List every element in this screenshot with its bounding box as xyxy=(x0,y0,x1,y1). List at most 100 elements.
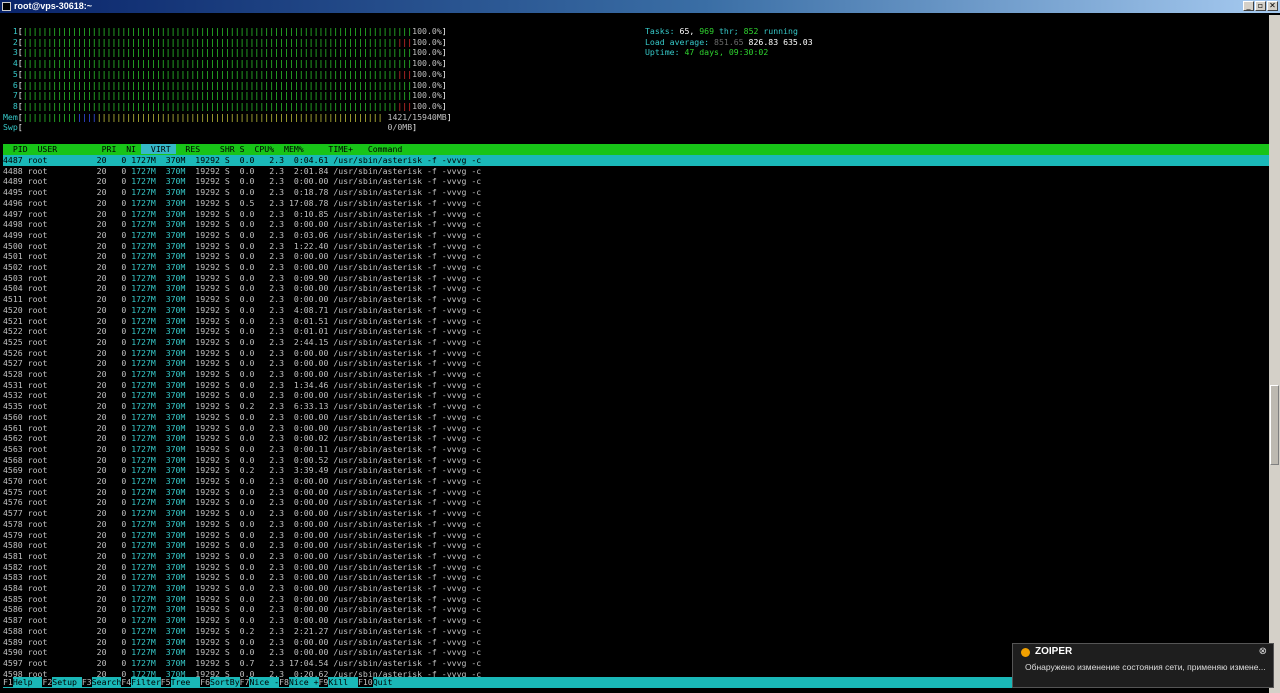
col-cpu[interactable]: CPU% xyxy=(250,144,280,154)
process-row[interactable]: 4581 root 20 0 1727M 370M 19292 S 0.0 2.… xyxy=(3,551,1269,562)
process-row[interactable]: 4520 root 20 0 1727M 370M 19292 S 0.0 2.… xyxy=(3,305,1269,316)
process-row[interactable]: 4575 root 20 0 1727M 370M 19292 S 0.0 2.… xyxy=(3,487,1269,498)
col-res: 370M xyxy=(160,647,186,658)
col-mem: 2.3 xyxy=(254,165,285,176)
process-row[interactable]: 4502 root 20 0 1727M 370M 19292 S 0.0 2.… xyxy=(3,262,1269,273)
process-row[interactable]: 4586 root 20 0 1727M 370M 19292 S 0.0 2.… xyxy=(3,604,1269,615)
fkey-f5-label[interactable]: Tree xyxy=(171,677,201,687)
fkey-f3-label[interactable]: Search xyxy=(92,677,122,687)
col-cpu: 0.0 xyxy=(229,433,255,444)
process-row[interactable]: 4568 root 20 0 1727M 370M 19292 S 0.0 2.… xyxy=(3,455,1269,466)
process-row[interactable]: 4569 root 20 0 1727M 370M 19292 S 0.2 2.… xyxy=(3,465,1269,476)
col-pid[interactable]: PID xyxy=(3,144,33,154)
fkey-f8-label[interactable]: Nice + xyxy=(289,677,319,687)
window-titlebar[interactable]: root@vps-30618:~ _ ▫ ✕ xyxy=(0,0,1280,13)
col-time: 2:44.15 xyxy=(284,336,329,347)
process-row[interactable]: 4563 root 20 0 1727M 370M 19292 S 0.0 2.… xyxy=(3,444,1269,455)
col-time[interactable]: TIME+ xyxy=(309,144,358,154)
vertical-scrollbar[interactable] xyxy=(1269,15,1280,693)
process-row[interactable]: 4588 root 20 0 1727M 370M 19292 S 0.2 2.… xyxy=(3,626,1269,637)
process-row[interactable]: 4487 root 20 0 1727M 370M 19292 S 0.0 2.… xyxy=(3,155,1269,166)
col-mem: 2.3 xyxy=(254,497,285,508)
process-row[interactable]: 4511 root 20 0 1727M 370M 19292 S 0.0 2.… xyxy=(3,294,1269,305)
fkey-f1[interactable]: F1 xyxy=(3,677,13,687)
process-row[interactable]: 4528 root 20 0 1727M 370M 19292 S 0.0 2.… xyxy=(3,369,1269,380)
process-row[interactable]: 4579 root 20 0 1727M 370M 19292 S 0.0 2.… xyxy=(3,530,1269,541)
scrollbar-thumb[interactable] xyxy=(1270,385,1279,465)
minimize-button[interactable]: _ xyxy=(1243,1,1254,11)
fkey-f3[interactable]: F3 xyxy=(81,677,92,687)
col-user[interactable]: USER xyxy=(33,144,68,154)
zoiper-notification[interactable]: ZOIPER ⊗ Обнаружено изменение состояния … xyxy=(1012,643,1274,688)
process-row[interactable]: 4587 root 20 0 1727M 370M 19292 S 0.0 2.… xyxy=(3,615,1269,626)
col-ni[interactable]: NI xyxy=(121,144,141,154)
process-row[interactable]: 4527 root 20 0 1727M 370M 19292 S 0.0 2.… xyxy=(3,358,1269,369)
process-row[interactable]: 4561 root 20 0 1727M 370M 19292 S 0.0 2.… xyxy=(3,423,1269,434)
fkey-f9-label[interactable]: Kill xyxy=(328,677,358,687)
process-row[interactable]: 4584 root 20 0 1727M 370M 19292 S 0.0 2.… xyxy=(3,583,1269,594)
process-row[interactable]: 4582 root 20 0 1727M 370M 19292 S 0.0 2.… xyxy=(3,562,1269,573)
process-row[interactable]: 4531 root 20 0 1727M 370M 19292 S 0.0 2.… xyxy=(3,380,1269,391)
process-row[interactable]: 4496 root 20 0 1727M 370M 19292 S 0.5 2.… xyxy=(3,198,1269,209)
fkey-f6[interactable]: F6 xyxy=(200,677,211,687)
process-row[interactable]: 4570 root 20 0 1727M 370M 19292 S 0.0 2.… xyxy=(3,476,1269,487)
fkey-f2-label[interactable]: Setup xyxy=(52,677,82,687)
process-row[interactable]: 4497 root 20 0 1727M 370M 19292 S 0.0 2.… xyxy=(3,209,1269,220)
fkey-f10-label[interactable]: Quit xyxy=(373,677,403,687)
close-button[interactable]: ✕ xyxy=(1267,1,1278,11)
process-row[interactable]: 4525 root 20 0 1727M 370M 19292 S 0.0 2.… xyxy=(3,337,1269,348)
col-command[interactable]: Command xyxy=(358,144,403,154)
process-row[interactable]: 4488 root 20 0 1727M 370M 19292 S 0.0 2.… xyxy=(3,166,1269,177)
col-state[interactable]: S xyxy=(240,144,250,154)
fkey-f8[interactable]: F8 xyxy=(279,677,289,687)
process-row[interactable]: 4583 root 20 0 1727M 370M 19292 S 0.0 2.… xyxy=(3,572,1269,583)
fkey-f6-label[interactable]: SortBy xyxy=(210,677,240,687)
fkey-f7-label[interactable]: Nice - xyxy=(249,677,279,687)
col-time: 0:00.00 xyxy=(284,411,329,422)
col-mem: 2.3 xyxy=(254,369,285,379)
fkey-f1-label[interactable]: Help xyxy=(13,677,43,687)
process-row[interactable]: 4489 root 20 0 1727M 370M 19292 S 0.0 2.… xyxy=(3,176,1269,187)
process-row[interactable]: 4576 root 20 0 1727M 370M 19292 S 0.0 2.… xyxy=(3,497,1269,508)
process-row[interactable]: 4577 root 20 0 1727M 370M 19292 S 0.0 2.… xyxy=(3,508,1269,519)
zoiper-logo-icon xyxy=(1021,648,1030,657)
process-row[interactable]: 4526 root 20 0 1727M 370M 19292 S 0.0 2.… xyxy=(3,348,1269,359)
col-pid: 4586 xyxy=(3,604,28,615)
col-virt: 1727M xyxy=(131,401,161,412)
process-row[interactable]: 4500 root 20 0 1727M 370M 19292 S 0.0 2.… xyxy=(3,241,1269,252)
process-row[interactable]: 4535 root 20 0 1727M 370M 19292 S 0.2 2.… xyxy=(3,401,1269,412)
process-row[interactable]: 4495 root 20 0 1727M 370M 19292 S 0.0 2.… xyxy=(3,187,1269,198)
col-shr: 19292 xyxy=(185,433,225,444)
process-row[interactable]: 4532 root 20 0 1727M 370M 19292 S 0.0 2.… xyxy=(3,390,1269,401)
process-row[interactable]: 4522 root 20 0 1727M 370M 19292 S 0.0 2.… xyxy=(3,326,1269,337)
process-row[interactable]: 4503 root 20 0 1727M 370M 19292 S 0.0 2.… xyxy=(3,273,1269,284)
fkey-f7[interactable]: F7 xyxy=(239,677,250,687)
process-row[interactable]: 4560 root 20 0 1727M 370M 19292 S 0.0 2.… xyxy=(3,412,1269,423)
process-row[interactable]: 4585 root 20 0 1727M 370M 19292 S 0.0 2.… xyxy=(3,594,1269,605)
notification-close-icon[interactable]: ⊗ xyxy=(1259,646,1267,657)
col-mem[interactable]: MEM% xyxy=(279,144,309,154)
col-shr: 19292 xyxy=(185,251,225,262)
fkey-f10[interactable]: F10 xyxy=(357,677,373,687)
maximize-button[interactable]: ▫ xyxy=(1255,1,1266,11)
process-row[interactable]: 4498 root 20 0 1727M 370M 19292 S 0.0 2.… xyxy=(3,219,1269,230)
col-res[interactable]: RES xyxy=(176,144,206,154)
process-row[interactable]: 4501 root 20 0 1727M 370M 19292 S 0.0 2.… xyxy=(3,251,1269,262)
col-virt[interactable]: VIRT xyxy=(141,144,176,154)
fkey-f4[interactable]: F4 xyxy=(121,677,132,687)
process-row[interactable]: 4562 root 20 0 1727M 370M 19292 S 0.0 2.… xyxy=(3,433,1269,444)
process-row[interactable]: 4580 root 20 0 1727M 370M 19292 S 0.0 2.… xyxy=(3,540,1269,551)
fkey-f2[interactable]: F2 xyxy=(42,677,53,687)
col-shr[interactable]: SHR xyxy=(205,144,240,154)
process-row[interactable]: 4504 root 20 0 1727M 370M 19292 S 0.0 2.… xyxy=(3,283,1269,294)
process-table-header[interactable]: PID USER PRI NI VIRT RES SHR S CPU% MEM%… xyxy=(3,144,1269,155)
fkey-f4-label[interactable]: Filter xyxy=(131,677,161,687)
col-pri[interactable]: PRI xyxy=(67,144,121,154)
fkey-f5[interactable]: F5 xyxy=(160,677,171,687)
terminal-screen[interactable]: 1[||||||||||||||||||||||||||||||||||||||… xyxy=(3,15,1269,693)
process-row[interactable]: 4521 root 20 0 1727M 370M 19292 S 0.0 2.… xyxy=(3,316,1269,327)
fkey-f9[interactable]: F9 xyxy=(318,677,329,687)
process-row[interactable]: 4499 root 20 0 1727M 370M 19292 S 0.0 2.… xyxy=(3,230,1269,241)
process-row[interactable]: 4578 root 20 0 1727M 370M 19292 S 0.0 2.… xyxy=(3,519,1269,530)
cpu-meter-bar: ||||||||||||||||||||||||||||||||||||||||… xyxy=(22,100,398,111)
